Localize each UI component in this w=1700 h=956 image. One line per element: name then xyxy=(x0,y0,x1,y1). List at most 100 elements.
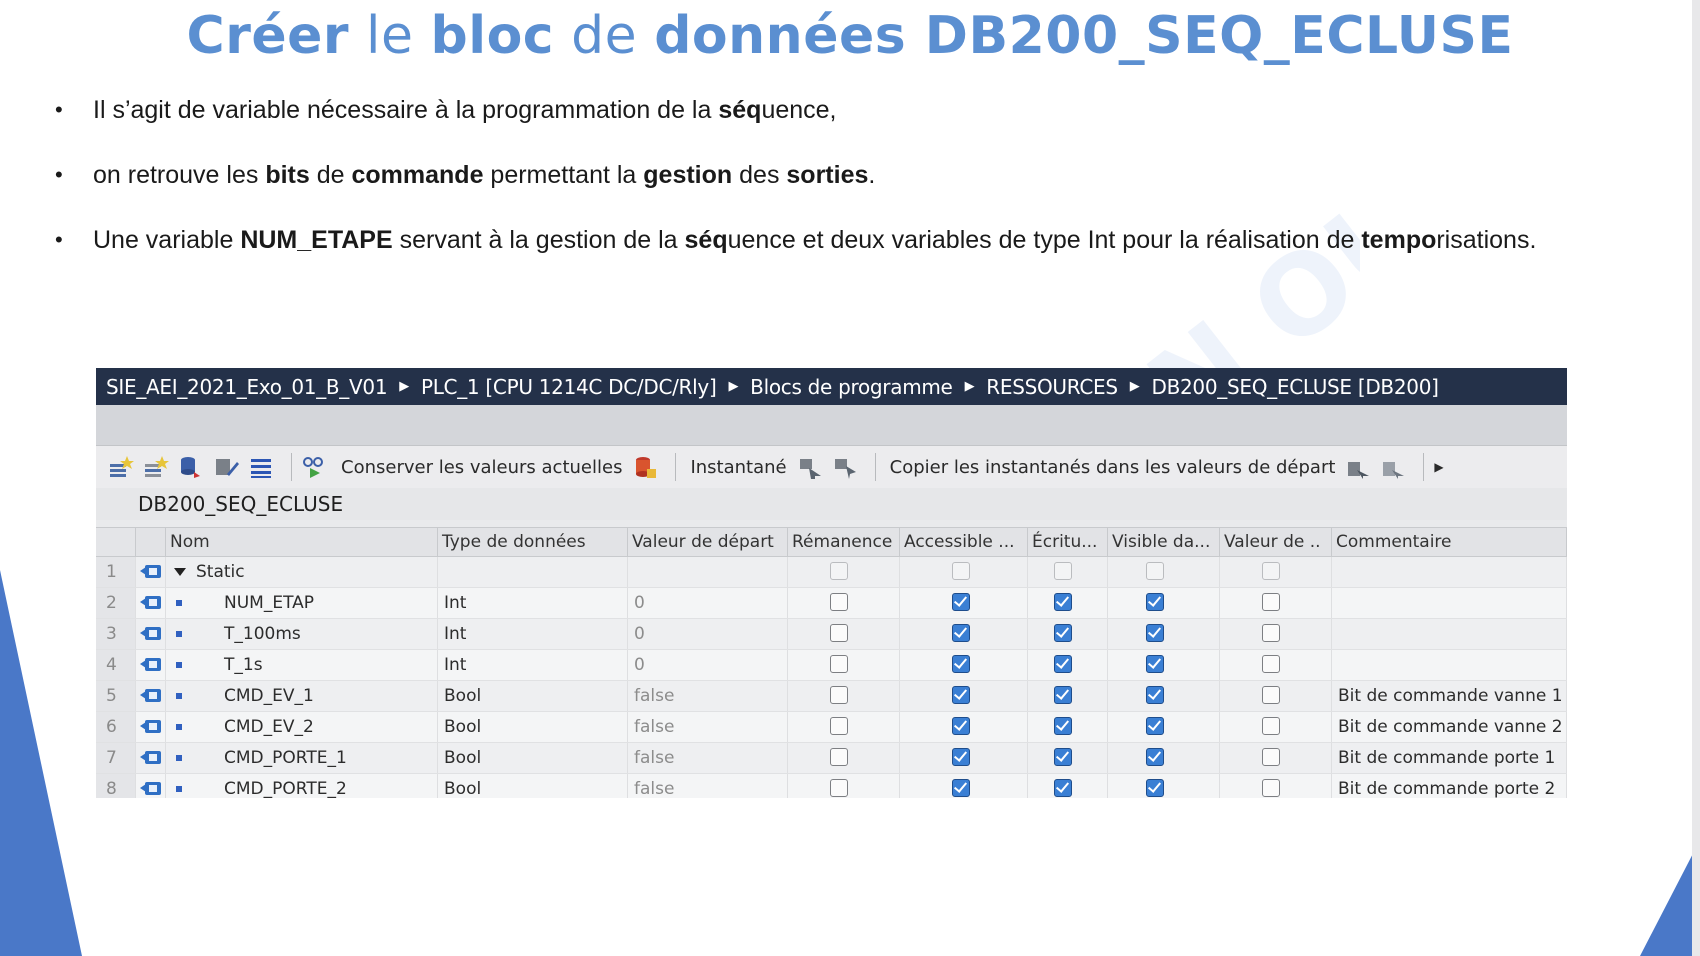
checkbox-vis[interactable] xyxy=(1146,593,1164,611)
variable-name[interactable]: CMD_PORTE_2 xyxy=(166,774,438,798)
start-value[interactable]: 0 xyxy=(628,619,788,649)
list-view-icon[interactable] xyxy=(248,454,274,480)
keep-actual-values-button[interactable]: Conserver les valeurs actuelles xyxy=(341,457,622,478)
checkbox-acc[interactable] xyxy=(952,593,970,611)
checkbox-vde[interactable] xyxy=(1262,624,1280,642)
checkbox-rem[interactable] xyxy=(830,624,848,642)
checkbox-vde[interactable] xyxy=(1262,593,1280,611)
header-comment[interactable]: Commentaire xyxy=(1332,528,1567,556)
table-row[interactable]: 8 CMD_PORTE_2 Bool false Bit de commande por… xyxy=(96,774,1567,798)
checkbox-ecr[interactable] xyxy=(1054,624,1072,642)
checkbox-vis[interactable] xyxy=(1146,624,1164,642)
data-type[interactable]: Int xyxy=(438,619,628,649)
checkbox-vde[interactable] xyxy=(1262,562,1280,580)
table-row[interactable]: 7 CMD_PORTE_1 Bool false Bit de commande por… xyxy=(96,743,1567,774)
checkbox-ecr[interactable] xyxy=(1054,655,1072,673)
checkbox-ecr[interactable] xyxy=(1054,748,1072,766)
checkbox-rem[interactable] xyxy=(830,593,848,611)
checkbox-acc[interactable] xyxy=(952,686,970,704)
comment[interactable] xyxy=(1332,650,1567,680)
checkbox-ecr[interactable] xyxy=(1054,562,1072,580)
copy-snapshot-all-icon[interactable] xyxy=(1380,454,1406,480)
checkbox-acc[interactable] xyxy=(952,655,970,673)
variable-name[interactable]: CMD_EV_1 xyxy=(166,681,438,711)
comment[interactable]: Bit de commande vanne 1 xyxy=(1332,681,1567,711)
checkbox-vde[interactable] xyxy=(1262,655,1280,673)
checkbox-acc[interactable] xyxy=(952,717,970,735)
data-type[interactable]: Bool xyxy=(438,712,628,742)
snapshot-button[interactable]: Instantané xyxy=(690,457,786,478)
header-start-value[interactable]: Valeur de départ xyxy=(628,528,788,556)
checkbox-vis[interactable] xyxy=(1146,562,1164,580)
checkbox-rem[interactable] xyxy=(830,748,848,766)
header-accessible[interactable]: Accessible ... xyxy=(900,528,1028,556)
breadcrumb-item[interactable]: PLC_1 [CPU 1214C DC/DC/Rly] xyxy=(421,375,717,399)
start-value[interactable]: false xyxy=(628,743,788,773)
checkbox-ecr[interactable] xyxy=(1054,686,1072,704)
data-type[interactable]: Int xyxy=(438,650,628,680)
data-type[interactable]: Bool xyxy=(438,774,628,798)
start-value[interactable]: 0 xyxy=(628,588,788,618)
monitor-icon[interactable] xyxy=(300,454,326,480)
start-value[interactable]: false xyxy=(628,681,788,711)
comment[interactable] xyxy=(1332,557,1567,587)
snapshot-db-icon[interactable] xyxy=(632,454,658,480)
copy-snapshot-icon[interactable] xyxy=(1345,454,1371,480)
table-row[interactable]: 2 NUM_ETAP Int 0 xyxy=(96,588,1567,619)
data-type[interactable]: Bool xyxy=(438,681,628,711)
comment[interactable] xyxy=(1332,619,1567,649)
snapshot-load-icon[interactable] xyxy=(797,454,823,480)
toolbar-more-arrow-icon[interactable]: ▶ xyxy=(1434,460,1443,474)
header-visible[interactable]: Visible da... xyxy=(1108,528,1220,556)
checkbox-vis[interactable] xyxy=(1146,779,1164,797)
checkbox-ecr[interactable] xyxy=(1054,717,1072,735)
breadcrumb-item[interactable]: RESSOURCES xyxy=(986,375,1118,399)
checkbox-vis[interactable] xyxy=(1146,717,1164,735)
table-row[interactable]: 4 T_1s Int 0 xyxy=(96,650,1567,681)
breadcrumb-item[interactable]: DB200_SEQ_ECLUSE [DB200] xyxy=(1151,375,1438,399)
checkbox-ecr[interactable] xyxy=(1054,779,1072,797)
start-value[interactable]: false xyxy=(628,774,788,798)
copy-snapshots-button[interactable]: Copier les instantanés dans les valeurs … xyxy=(890,457,1336,478)
table-row[interactable]: 3 T_100ms Int 0 xyxy=(96,619,1567,650)
checkbox-ecr[interactable] xyxy=(1054,593,1072,611)
checkbox-vde[interactable] xyxy=(1262,779,1280,797)
checkbox-vis[interactable] xyxy=(1146,686,1164,704)
data-type[interactable]: Bool xyxy=(438,743,628,773)
checkbox-acc[interactable] xyxy=(952,562,970,580)
start-value[interactable] xyxy=(628,557,788,587)
start-value[interactable]: 0 xyxy=(628,650,788,680)
comment[interactable]: Bit de commande porte 2 xyxy=(1332,774,1567,798)
comment[interactable]: Bit de commande porte 1 xyxy=(1332,743,1567,773)
header-remanence[interactable]: Rémanence xyxy=(788,528,900,556)
checkbox-vis[interactable] xyxy=(1146,748,1164,766)
comment[interactable]: Bit de commande vanne 2 xyxy=(1332,712,1567,742)
checkbox-vde[interactable] xyxy=(1262,717,1280,735)
breadcrumb-item[interactable]: SIE_AEI_2021_Exo_01_B_V01 xyxy=(106,375,388,399)
checkbox-rem[interactable] xyxy=(830,717,848,735)
checkbox-acc[interactable] xyxy=(952,624,970,642)
variable-name[interactable]: NUM_ETAP xyxy=(166,588,438,618)
data-type[interactable] xyxy=(438,557,628,587)
header-nom[interactable]: Nom xyxy=(166,528,438,556)
variable-name[interactable]: T_100ms xyxy=(166,619,438,649)
checkbox-rem[interactable] xyxy=(830,779,848,797)
checkbox-vde[interactable] xyxy=(1262,686,1280,704)
checkbox-rem[interactable] xyxy=(830,655,848,673)
checkbox-rem[interactable] xyxy=(830,686,848,704)
expand-triangle-icon[interactable] xyxy=(174,568,186,576)
database-link-icon[interactable] xyxy=(178,454,204,480)
variable-name[interactable]: CMD_PORTE_1 xyxy=(166,743,438,773)
variable-name[interactable]: Static xyxy=(166,557,438,587)
variable-name[interactable]: T_1s xyxy=(166,650,438,680)
table-row[interactable]: 6 CMD_EV_2 Bool false Bit de commande vanne … xyxy=(96,712,1567,743)
snapshot-save-icon[interactable] xyxy=(832,454,858,480)
variable-name[interactable]: CMD_EV_2 xyxy=(166,712,438,742)
start-value[interactable]: false xyxy=(628,712,788,742)
checkbox-acc[interactable] xyxy=(952,748,970,766)
checkbox-rem[interactable] xyxy=(830,562,848,580)
comment[interactable] xyxy=(1332,588,1567,618)
edit-icon[interactable] xyxy=(213,454,239,480)
header-type[interactable]: Type de données xyxy=(438,528,628,556)
add-row-icon[interactable] xyxy=(108,454,134,480)
